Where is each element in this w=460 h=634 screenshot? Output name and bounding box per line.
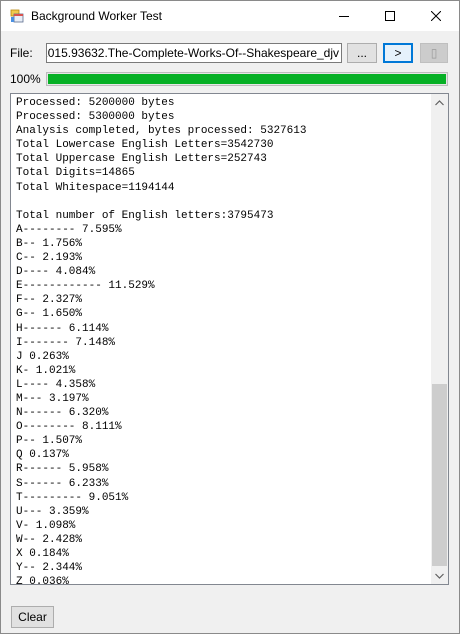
progress-percent-label: 100% <box>10 72 41 86</box>
browse-button[interactable]: ... <box>347 43 377 63</box>
scroll-up-button[interactable] <box>431 94 448 111</box>
file-path-text: oads\2015.93632.The-Complete-Works-Of--S… <box>47 46 339 60</box>
start-button[interactable]: > <box>383 43 413 63</box>
stop-button[interactable]: ▯ <box>420 43 448 63</box>
scroll-down-button[interactable] <box>431 567 448 584</box>
vertical-scrollbar[interactable] <box>431 94 448 584</box>
progress-bar <box>46 72 448 86</box>
window-title: Background Worker Test <box>31 9 162 23</box>
output-text: Processed: 5200000 bytes Processed: 5300… <box>16 97 307 585</box>
title-bar[interactable]: Background Worker Test <box>1 1 459 31</box>
progress-bar-fill <box>48 74 446 84</box>
file-path-input[interactable]: oads\2015.93632.The-Complete-Works-Of--S… <box>46 43 342 63</box>
minimize-icon <box>339 16 349 17</box>
clear-button[interactable]: Clear <box>11 606 54 628</box>
scrollbar-thumb[interactable] <box>432 384 447 566</box>
file-label: File: <box>10 46 33 60</box>
app-window-icon <box>10 9 24 23</box>
scroll-down-arrow-icon <box>435 573 444 579</box>
close-icon <box>431 11 441 21</box>
scroll-up-arrow-icon <box>435 99 444 105</box>
minimize-button[interactable] <box>321 1 367 31</box>
main-window: Background Worker Test File: oads\2015.9… <box>0 0 460 634</box>
output-textbox[interactable]: Processed: 5200000 bytes Processed: 5300… <box>10 93 449 585</box>
maximize-icon <box>385 11 395 21</box>
close-button[interactable] <box>413 1 459 31</box>
maximize-button[interactable] <box>367 1 413 31</box>
